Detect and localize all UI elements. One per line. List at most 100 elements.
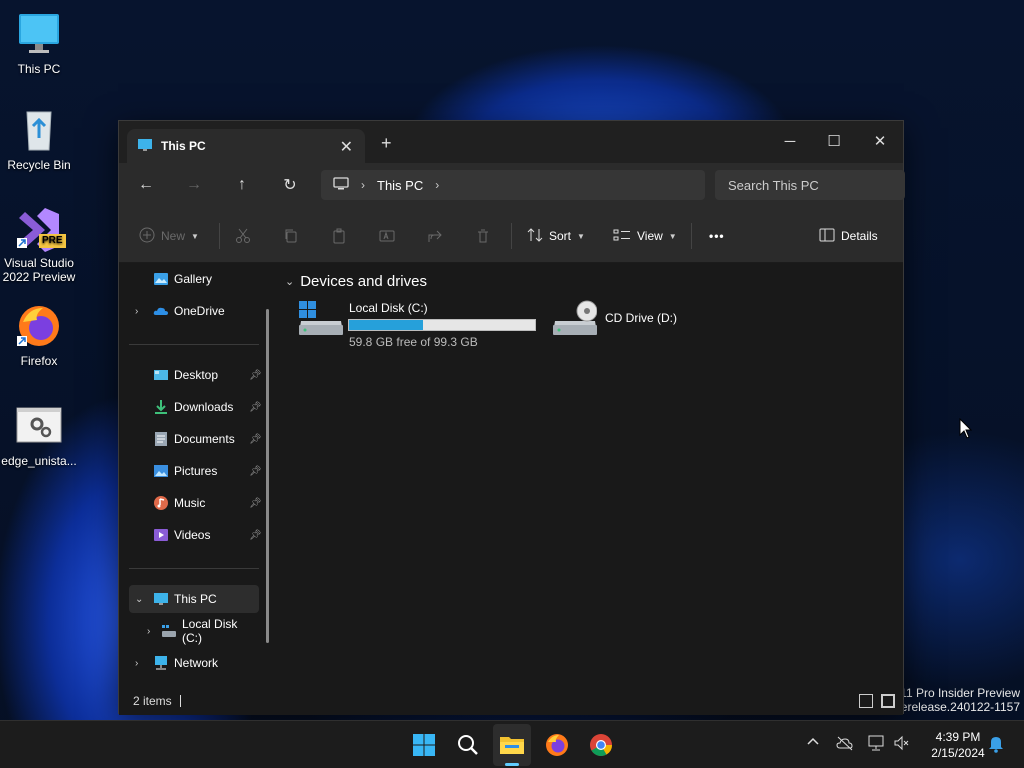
chevron-down-icon: ⌄ xyxy=(285,276,295,288)
details-view-icon[interactable] xyxy=(859,694,873,708)
close-window-button[interactable]: ✕ xyxy=(857,127,903,155)
search-input[interactable]: Search This PC xyxy=(715,170,905,200)
pin-icon[interactable]: 📌︎ xyxy=(249,402,262,413)
close-tab-icon[interactable]: ✕ xyxy=(340,137,353,157)
sidebar-item-label: Documents xyxy=(174,432,235,446)
sidebar-item-downloads[interactable]: Downloads 📌︎ xyxy=(129,393,262,421)
system-clock[interactable]: 4:39 PM 2/15/2024 xyxy=(920,729,996,761)
pin-icon[interactable]: 📌︎ xyxy=(249,370,262,381)
start-windows-icon[interactable] xyxy=(410,731,438,759)
chrome-icon[interactable] xyxy=(587,731,615,759)
sidebar-item-onedrive[interactable]: › OneDrive xyxy=(129,297,259,325)
details-pane-button[interactable]: Details xyxy=(819,225,878,247)
title-bar[interactable]: This PC ✕ + ─ ☐ ✕ xyxy=(119,121,903,163)
pin-icon[interactable]: 📌︎ xyxy=(249,466,262,477)
details-pane-icon xyxy=(819,228,835,245)
recycle-bin-icon xyxy=(15,106,63,154)
more-options-icon[interactable]: ••• xyxy=(709,225,725,247)
tab-title: This PC xyxy=(161,139,206,153)
status-bar: 2 items xyxy=(119,687,903,715)
new-tab-button[interactable]: + xyxy=(381,134,392,152)
desktop-icon-edge-uninstall[interactable]: edge_unista... xyxy=(0,402,78,468)
sidebar-item-label: Network xyxy=(174,656,219,670)
chevron-down-icon[interactable]: ⌄ xyxy=(135,594,143,605)
refresh-icon[interactable]: ↻ xyxy=(276,173,304,197)
sidebar-item-documents[interactable]: Documents 📌︎ xyxy=(129,425,262,453)
desktop-icon-visual-studio[interactable]: PRE Visual Studio 2022 Preview xyxy=(0,204,78,284)
back-arrow-icon[interactable]: ← xyxy=(132,173,160,197)
document-icon xyxy=(153,431,169,447)
chevron-down-icon: ▼ xyxy=(191,231,199,241)
desktop-folder-icon xyxy=(153,367,169,383)
tab-this-pc[interactable]: This PC ✕ xyxy=(127,129,365,163)
maximize-button[interactable]: ☐ xyxy=(811,127,857,155)
desktop-icon-label: This PC xyxy=(17,62,61,76)
pin-icon[interactable]: 📌︎ xyxy=(249,434,262,445)
details-label: Details xyxy=(841,229,878,243)
firefox-icon xyxy=(15,302,63,350)
sort-button[interactable]: Sort ▼ xyxy=(527,225,585,247)
desktop-icon-firefox[interactable]: Firefox xyxy=(0,302,78,368)
desktop-icon-recycle-bin[interactable]: Recycle Bin xyxy=(0,106,78,172)
show-hidden-icons-chevron-icon[interactable] xyxy=(806,735,820,752)
search-icon[interactable] xyxy=(454,731,482,759)
settings-file-icon xyxy=(15,402,63,450)
rename-icon[interactable] xyxy=(379,225,395,247)
up-arrow-icon[interactable]: ↑ xyxy=(228,173,256,197)
sidebar-item-label: Videos xyxy=(174,528,211,542)
sidebar-item-this-pc[interactable]: ⌄ This PC xyxy=(129,585,259,613)
notification-bell-icon[interactable] xyxy=(988,735,1004,756)
share-icon[interactable] xyxy=(427,225,443,247)
watermark-line: rerelease.240122-1157 xyxy=(896,700,1020,714)
onedrive-offline-icon[interactable] xyxy=(836,735,854,754)
cd-drive-icon xyxy=(553,299,598,340)
sidebar-item-pictures[interactable]: Pictures 📌︎ xyxy=(129,457,262,485)
chevron-right-icon[interactable]: › xyxy=(135,658,138,669)
scrollbar[interactable] xyxy=(266,309,269,643)
chevron-right-icon[interactable]: › xyxy=(135,306,138,317)
breadcrumb-this-pc[interactable]: This PC xyxy=(377,178,423,193)
sidebar-item-local-disk[interactable]: › Local Disk (C:) xyxy=(129,617,259,645)
breadcrumb-chevron-icon[interactable]: › xyxy=(435,178,439,192)
tiles-view-icon[interactable] xyxy=(881,694,895,708)
paste-icon[interactable] xyxy=(331,225,347,247)
minimize-button[interactable]: ─ xyxy=(767,127,813,155)
view-list-icon xyxy=(613,227,631,246)
divider xyxy=(511,223,512,249)
download-icon xyxy=(153,399,169,415)
desktop-icon-this-pc[interactable]: This PC xyxy=(0,10,78,76)
sidebar-item-label: Downloads xyxy=(174,400,234,414)
pin-icon[interactable]: 📌︎ xyxy=(249,498,262,509)
sort-label: Sort xyxy=(549,229,572,243)
forward-arrow-icon[interactable]: → xyxy=(180,173,208,197)
address-bar[interactable]: › This PC › xyxy=(321,170,705,200)
sidebar-item-network[interactable]: › Network xyxy=(129,649,259,677)
sidebar-item-gallery[interactable]: Gallery xyxy=(129,265,259,293)
firefox-icon[interactable] xyxy=(543,731,571,759)
preview-badge: PRE xyxy=(39,234,66,248)
group-header-devices[interactable]: ⌄ Devices and drives xyxy=(285,273,427,290)
network-icon[interactable] xyxy=(868,735,886,754)
gallery-icon xyxy=(153,271,169,287)
chevron-right-icon[interactable]: › xyxy=(147,626,150,637)
breadcrumb-chevron-icon[interactable]: › xyxy=(361,178,365,192)
new-label: New xyxy=(161,229,186,243)
cut-icon[interactable] xyxy=(235,225,251,247)
drive-icon xyxy=(161,623,177,639)
video-icon xyxy=(153,527,169,543)
desktop-icon-label: Visual Studio xyxy=(4,256,74,270)
copy-icon[interactable] xyxy=(283,225,299,247)
file-explorer-icon[interactable] xyxy=(498,731,526,759)
new-button[interactable]: New ▼ xyxy=(139,225,199,247)
sidebar-item-desktop[interactable]: Desktop 📌︎ xyxy=(129,361,262,389)
computer-icon xyxy=(153,591,169,607)
sidebar-item-music[interactable]: Music 📌︎ xyxy=(129,489,262,517)
pin-icon[interactable]: 📌︎ xyxy=(249,530,262,541)
sidebar-item-videos[interactable]: Videos 📌︎ xyxy=(129,521,262,549)
delete-icon[interactable] xyxy=(475,225,491,247)
volume-muted-icon[interactable] xyxy=(894,735,910,754)
watermark-line: 11 Pro Insider Preview xyxy=(900,686,1020,700)
visual-studio-icon: PRE xyxy=(15,204,66,252)
view-button[interactable]: View ▼ xyxy=(613,225,677,247)
hard-drive-icon xyxy=(299,299,343,340)
